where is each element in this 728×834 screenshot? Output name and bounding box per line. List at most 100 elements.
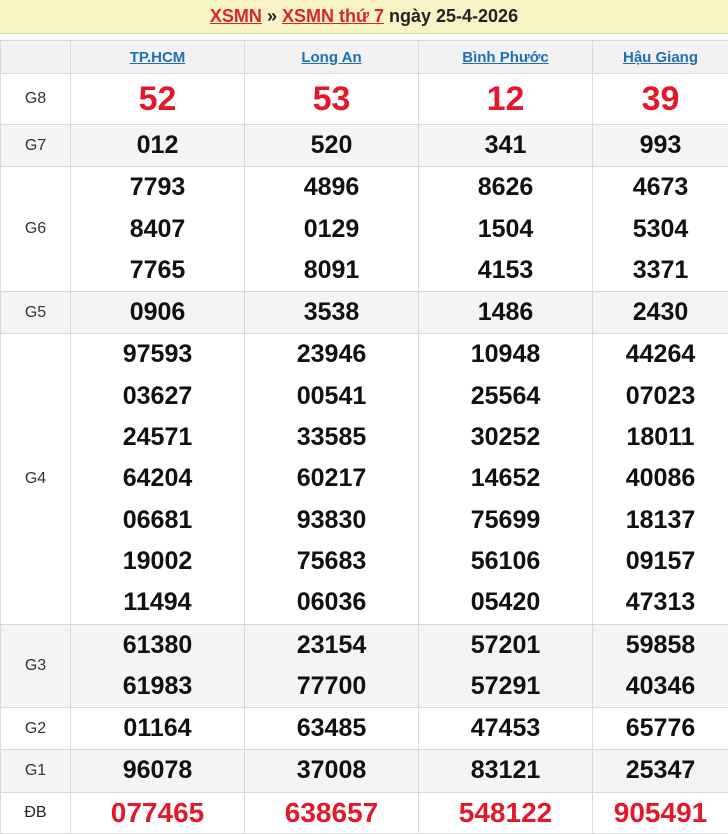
winning-number: 23946 [296,340,367,369]
winning-number: 25564 [470,381,541,410]
winning-number: 33585 [296,423,367,452]
result-cell-long-an: 53 [244,73,419,125]
result-cell-hau-giang: 4673 5304 3371 [592,166,728,293]
prize-row: G6 7793 8407 7765 4896 0129 8091 8626 1504 4153 46… [0,166,728,293]
prize-label: G4 [0,333,71,625]
winning-number: 638657 [284,796,379,828]
result-cell-hau-giang: 993 [592,123,728,168]
page-header: XSMN » XSMN thứ 7 ngày 25-4-2026 [0,0,728,34]
corner-cell [0,40,71,74]
result-cell-hau-giang: 59858 40346 [592,623,728,709]
winning-number: 8091 [303,255,360,284]
winning-number: 1486 [477,298,534,327]
result-cell-binh-phuoc: 57201 57291 [418,623,593,709]
winning-number: 10948 [470,340,541,369]
winning-number: 548122 [458,796,553,828]
winning-number: 47453 [470,714,541,743]
winning-number: 47313 [625,588,696,617]
result-cell-tphcm: 0906 [70,291,245,335]
result-cell-hau-giang: 905491 [592,791,728,834]
winning-number: 0906 [129,298,186,327]
result-cell-long-an: 37008 [244,749,419,793]
province-link-binh-phuoc[interactable]: Bình Phước [462,49,549,66]
prize-row: ĐB 077465 638657 548122 905491 [0,791,728,834]
result-cell-long-an: 3538 [244,291,419,335]
winning-number: 06681 [122,505,193,534]
province-link-hau-giang[interactable]: Hậu Giang [623,49,698,66]
result-cell-long-an: 520 [244,123,419,168]
draw-date: ngày 25-4-2026 [389,6,519,26]
winning-number: 0129 [303,214,360,243]
results-table: TP.HCM Long An Bình Phước Hậu Giang G8 52… [0,40,728,834]
result-cell-long-an: 638657 [244,791,419,834]
prize-body: G8 52 53 12 39 G7 012 520 341 993 G6 7793 8407 7765 48… [0,73,728,834]
winning-number: 61380 [122,630,193,659]
winning-number: 53 [312,80,351,118]
winning-number: 18011 [626,423,695,452]
winning-number: 520 [310,131,353,159]
result-cell-binh-phuoc: 47453 [418,707,593,751]
winning-number: 60217 [296,464,367,493]
prize-label: G3 [0,623,71,709]
result-cell-long-an: 4896 0129 8091 [244,166,419,293]
result-cell-hau-giang: 2430 [592,291,728,335]
result-cell-binh-phuoc: 10948 25564 30252 14652 75699 56106 05420 [418,333,593,625]
winning-number: 37008 [296,756,367,785]
winning-number: 40086 [625,464,696,493]
winning-number: 18137 [625,505,696,534]
winning-number: 96078 [122,756,193,785]
result-cell-tphcm: 97593 03627 24571 64204 06681 19002 11494 [70,333,245,625]
winning-number: 57291 [470,671,541,700]
winning-number: 25347 [625,756,696,785]
result-cell-tphcm: 96078 [70,749,245,793]
winning-number: 59858 [625,630,696,659]
winning-number: 8407 [129,214,186,243]
winning-number: 14652 [470,464,541,493]
winning-number: 7765 [129,255,186,284]
winning-number: 93830 [296,505,367,534]
result-cell-long-an: 23154 77700 [244,623,419,709]
prize-label: G8 [0,73,71,125]
prize-row: G3 61380 61983 23154 77700 57201 57291 59858 403… [0,623,728,709]
winning-number: 77700 [296,671,367,700]
winning-number: 01164 [123,714,192,743]
province-link-tphcm[interactable]: TP.HCM [130,49,186,66]
result-cell-hau-giang: 65776 [592,707,728,751]
winning-number: 56106 [470,546,541,575]
winning-number: 993 [639,131,682,159]
result-cell-binh-phuoc: 83121 [418,749,593,793]
result-cell-binh-phuoc: 341 [418,123,593,168]
prize-row: G8 52 53 12 39 [0,73,728,125]
winning-number: 64204 [122,464,193,493]
winning-number: 8626 [477,173,534,202]
xsmn-link[interactable]: XSMN [210,6,262,27]
prize-label: G6 [0,166,71,293]
winning-number: 97593 [122,340,193,369]
winning-number: 3538 [303,298,360,327]
xsmn-thu7-link[interactable]: XSMN thứ 7 [282,6,384,27]
winning-number: 65776 [625,714,696,743]
prize-row: G4 97593 03627 24571 64204 06681 19002 11494 239… [0,333,728,625]
winning-number: 7793 [129,173,186,202]
winning-number: 52 [138,80,177,118]
winning-number: 5304 [632,214,689,243]
winning-number: 1504 [477,214,534,243]
prize-label: G2 [0,707,71,751]
prize-row: G1 96078 37008 83121 25347 [0,749,728,793]
winning-number: 05420 [470,588,541,617]
winning-number: 11494 [123,588,192,617]
winning-number: 905491 [613,796,708,828]
result-cell-binh-phuoc: 1486 [418,291,593,335]
winning-number: 83121 [470,756,541,785]
province-link-long-an[interactable]: Long An [301,49,361,66]
result-cell-tphcm: 52 [70,73,245,125]
winning-number: 75683 [296,546,367,575]
winning-number: 23154 [296,630,367,659]
result-cell-binh-phuoc: 8626 1504 4153 [418,166,593,293]
prize-row: G5 0906 3538 1486 2430 [0,291,728,335]
breadcrumb-separator: » [266,6,277,26]
result-cell-hau-giang: 44264 07023 18011 40086 18137 09157 47313 [592,333,728,625]
result-cell-long-an: 63485 [244,707,419,751]
result-cell-tphcm: 7793 8407 7765 [70,166,245,293]
prize-label: ĐB [0,791,71,834]
